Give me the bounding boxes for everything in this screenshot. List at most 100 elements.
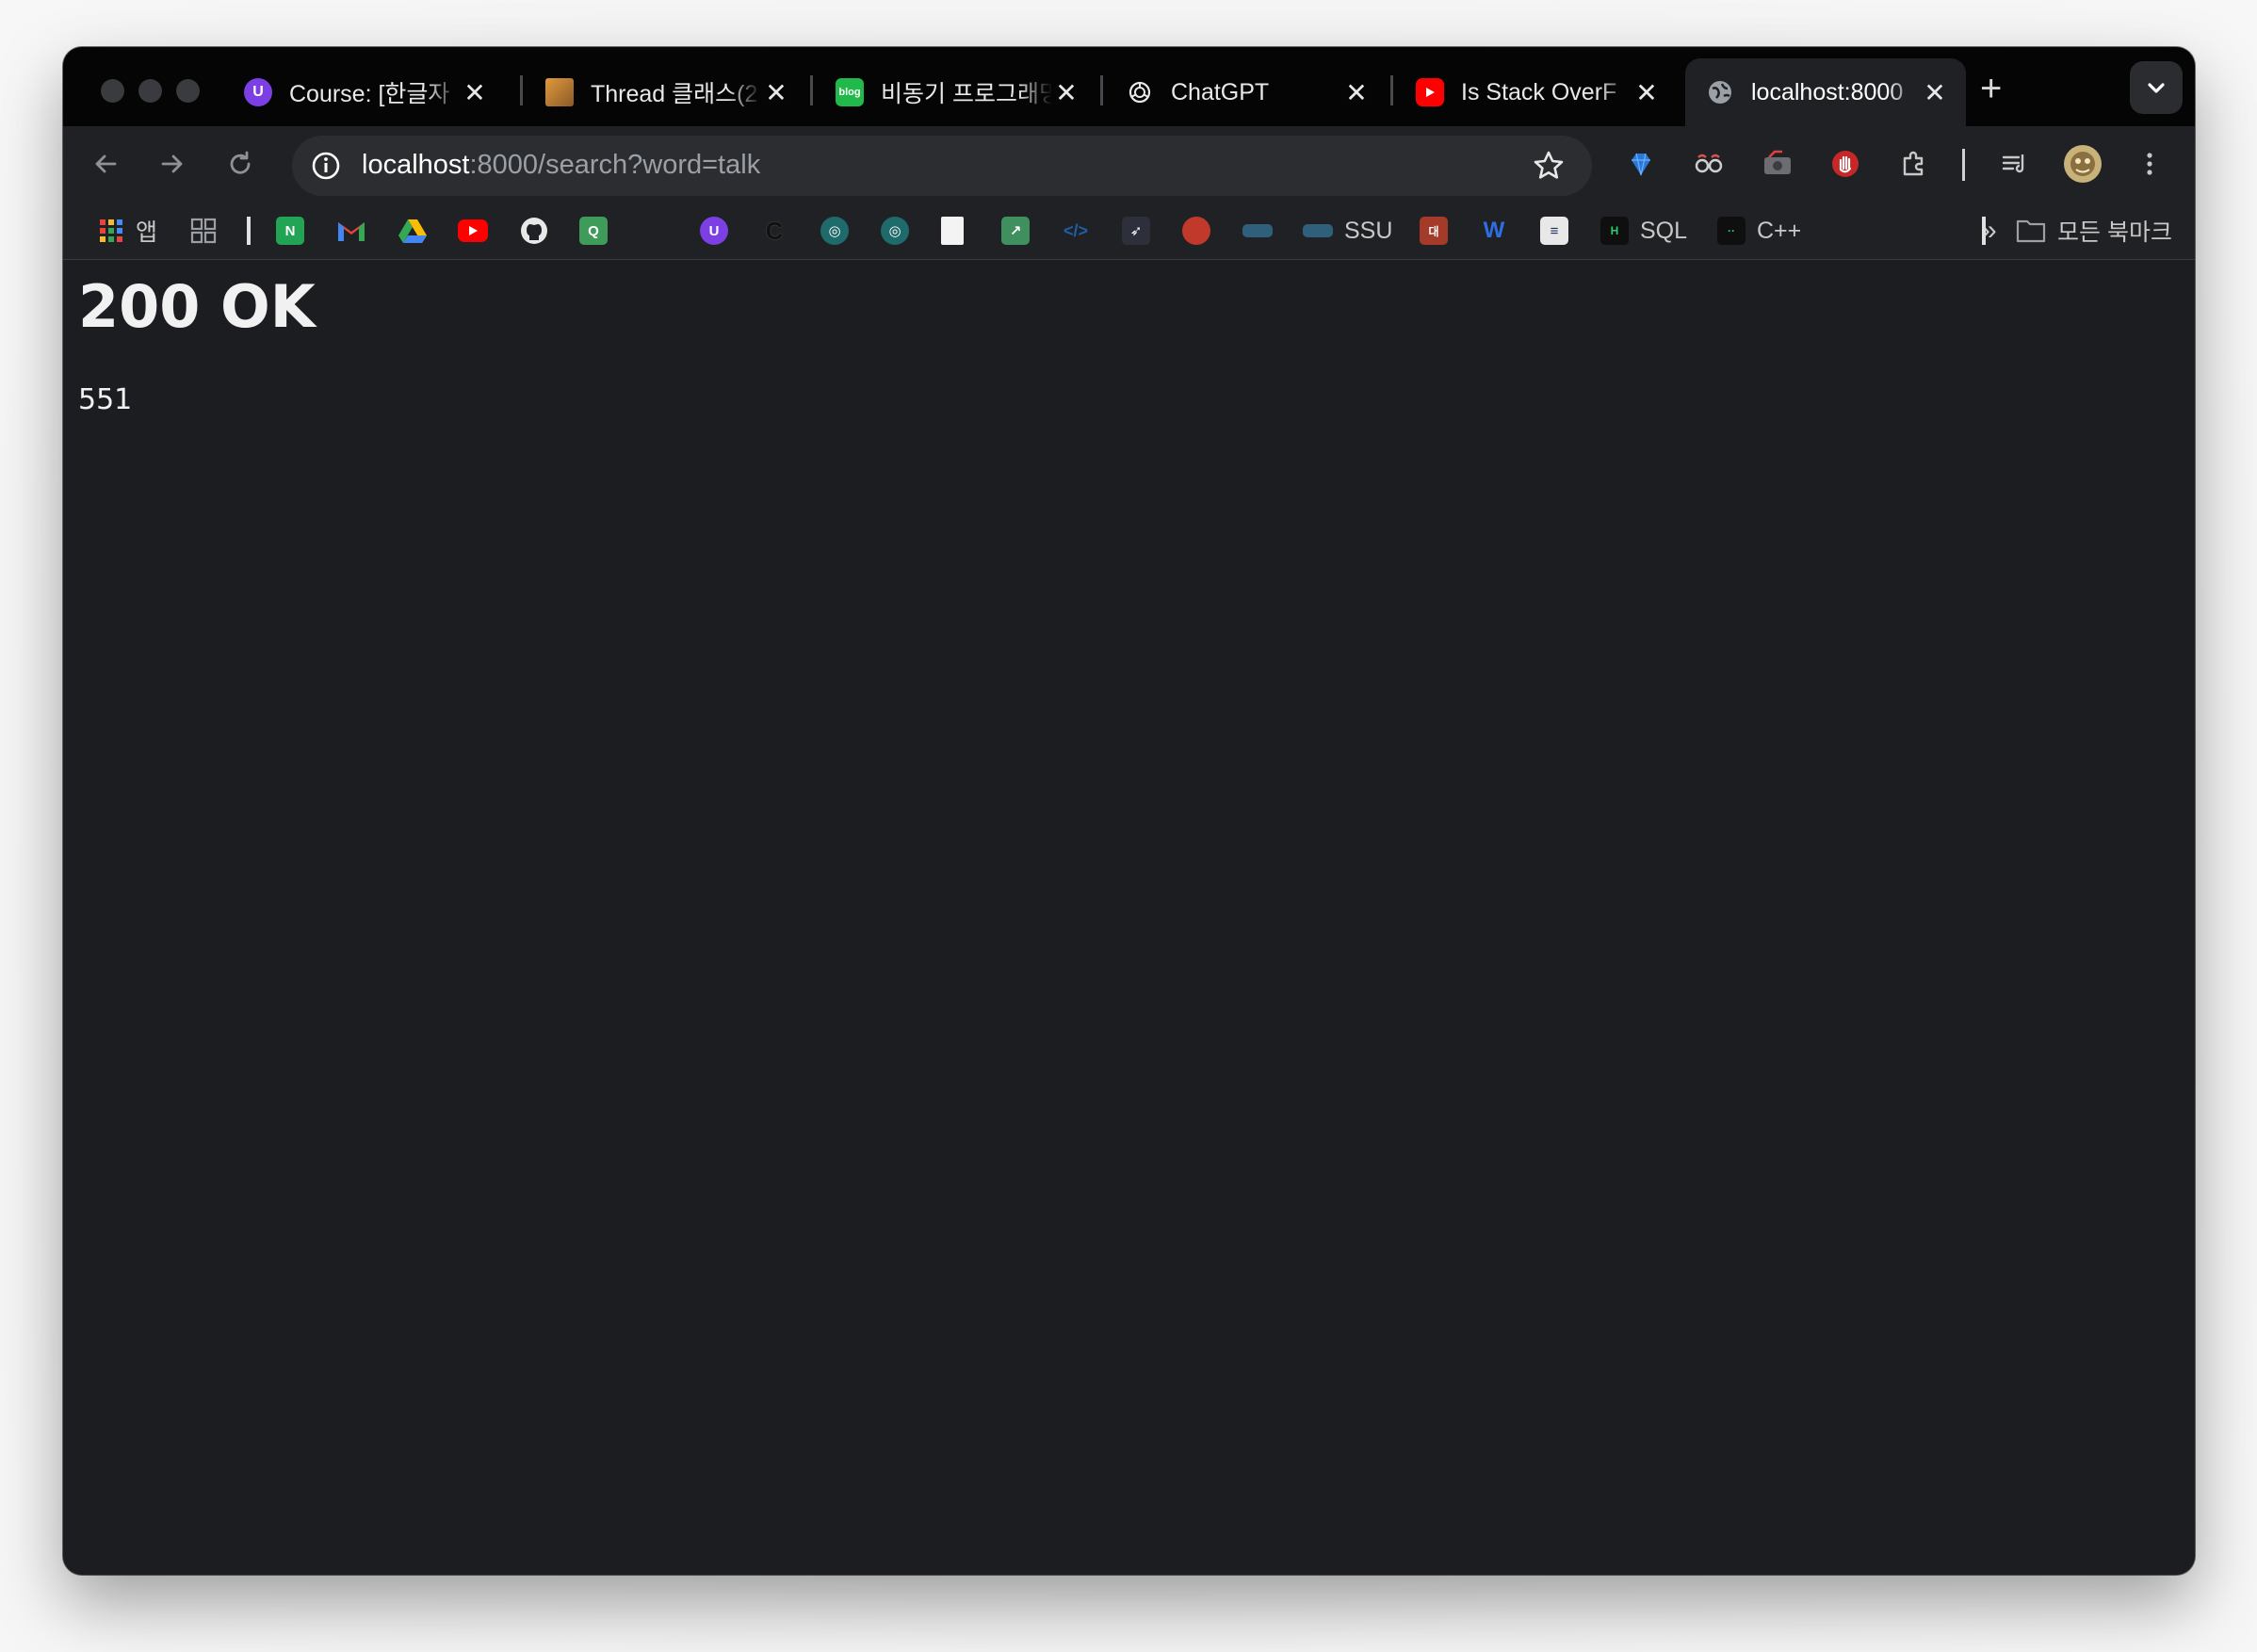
browser-window: U Course: [한글자 ✕ Thread 클래스(2 ✕ blog 비동기… [63,47,2195,1575]
arrow-right-icon [161,154,183,173]
bookmarks-separator [247,217,251,245]
bookmarks-bar: 앱 N Q U C ◎ ◎ ↗ </> ➶ SSU 대 W ≡ H SQL ··… [63,202,2195,260]
close-tab-icon[interactable]: ✕ [1342,77,1371,108]
openai-icon [1126,78,1154,106]
bookmark-brain-1[interactable]: ◎ [820,216,849,246]
address-bar[interactable]: localhost:8000/search?word=talk [292,136,1592,196]
close-tab-icon[interactable]: ✕ [1921,77,1949,108]
bookmarks-separator [1982,217,1986,245]
avatar [2064,145,2102,183]
tab-title: 비동기 프로그래밍 [881,81,1052,107]
bookmark-tab-groups[interactable] [189,216,218,246]
window-controls [101,79,200,103]
bookmark-google-drive[interactable] [398,216,428,246]
profile-avatar-button[interactable] [2062,143,2103,185]
stop-hand-icon [1832,151,1859,177]
youtube-icon [458,219,488,242]
media-queue-icon [2002,154,2024,173]
tab-separator [1390,75,1393,105]
url-text[interactable]: localhost:8000/search?word=talk [362,150,760,181]
tab-stack-overflow-video[interactable]: Is Stack OverF ✕ [1395,58,1678,126]
bookmark-apps[interactable]: 앱 [98,216,157,246]
tab-localhost-active[interactable]: localhost:8000 ✕ [1685,58,1966,126]
extension-adblock-button[interactable] [1827,145,1864,183]
bookmark-github[interactable] [519,216,549,246]
back-button[interactable] [87,145,124,183]
bookmark-chart-app[interactable]: ↗ [1001,216,1030,246]
page-viewport: 200 OK 551 [63,261,2195,1575]
kebab-menu-icon [2147,153,2152,175]
close-tab-icon[interactable]: ✕ [1052,77,1080,108]
zoom-window-button[interactable] [176,79,200,103]
bookmark-ssu[interactable]: SSU [1303,216,1392,246]
bookmark-cpp[interactable]: ·· C++ [1717,216,1801,246]
gmail-icon [338,222,365,241]
bookmark-notes[interactable]: ≡ [1540,216,1568,246]
hackerrank-icon: ·· [1717,217,1746,245]
apps-grid-icon [100,219,122,242]
github-icon [521,218,547,244]
bookmark-naver[interactable]: N [276,216,304,246]
naver-icon: N [276,217,304,245]
bookmark-sql[interactable]: H SQL [1600,216,1687,246]
bookmark-w[interactable]: W [1480,216,1508,246]
youtube-icon [1416,78,1444,106]
browser-menu-button[interactable] [2131,145,2168,183]
apple-icon [1182,217,1210,245]
close-window-button[interactable] [101,79,124,103]
brain-icon: ◎ [881,217,909,245]
blog-thumb-icon [545,78,574,106]
extension-video-button[interactable] [1759,145,1796,183]
tab-thread-class[interactable]: Thread 클래스(2 ✕ [525,58,807,126]
bookmark-kr-site[interactable]: 대 [1420,216,1448,246]
bookmark-bird[interactable]: ➶ [1122,216,1150,246]
bookmark-search-tool[interactable]: Q [579,216,608,246]
bookmark-document[interactable] [941,216,964,246]
close-tab-icon[interactable]: ✕ [1632,77,1661,108]
site-info-icon[interactable] [309,149,343,183]
bookmark-code[interactable]: </> [1062,216,1090,246]
folder-icon [2016,219,2046,243]
tab-groups-icon [190,218,217,244]
udemy-icon: U [244,78,272,106]
tab-search-button[interactable] [2130,61,2183,114]
close-tab-icon[interactable]: ✕ [461,77,489,108]
reload-button[interactable] [221,145,259,183]
chart-app-icon: ↗ [1001,217,1030,245]
bookmark-udemy[interactable]: U [700,216,728,246]
notes-icon: ≡ [1540,217,1568,245]
tab-separator [520,75,523,105]
tab-udemy-course[interactable]: U Course: [한글자 ✕ [223,58,506,126]
c-logo-icon: C [765,216,784,245]
tab-chatgpt[interactable]: ChatGPT ✕ [1105,58,1388,126]
tab-strip: U Course: [한글자 ✕ Thread 클래스(2 ✕ blog 비동기… [63,47,2195,126]
minimize-window-button[interactable] [138,79,162,103]
toolbar-separator [1962,149,1965,181]
page-body-text: 551 [78,383,133,416]
ssu-logo-icon [1303,224,1333,237]
chevron-down-icon [2148,83,2165,93]
bookmark-c[interactable]: C [760,216,788,246]
udemy-icon: U [700,217,728,245]
tab-async-programming[interactable]: blog 비동기 프로그래밍 ✕ [815,58,1097,126]
bookmark-brain-2[interactable]: ◎ [881,216,909,246]
page-heading: 200 OK [78,272,316,341]
extensions-menu-button[interactable] [1895,145,1933,183]
all-bookmarks-button[interactable]: 모든 북마크 [2016,216,2172,246]
close-tab-icon[interactable]: ✕ [762,77,790,108]
browser-toolbar: localhost:8000/search?word=talk [63,126,2195,202]
reading-list-button[interactable] [1996,145,2034,183]
extension-glasses-button[interactable] [1690,145,1728,183]
reload-icon [230,151,251,174]
extension-gem-button[interactable] [1622,145,1660,183]
hackerrank-icon: H [1600,217,1629,245]
bookmark-gmail[interactable] [336,216,366,246]
tab-title: Thread 클래스(2 [591,81,758,107]
bookmark-youtube[interactable] [458,216,488,246]
forward-button[interactable] [154,145,191,183]
gem-icon [1632,153,1650,176]
new-tab-button[interactable]: + [1980,70,2002,107]
bookmark-star-icon[interactable] [1532,149,1566,183]
bookmark-wave[interactable] [1242,216,1273,246]
bookmark-apple[interactable] [1182,216,1210,246]
